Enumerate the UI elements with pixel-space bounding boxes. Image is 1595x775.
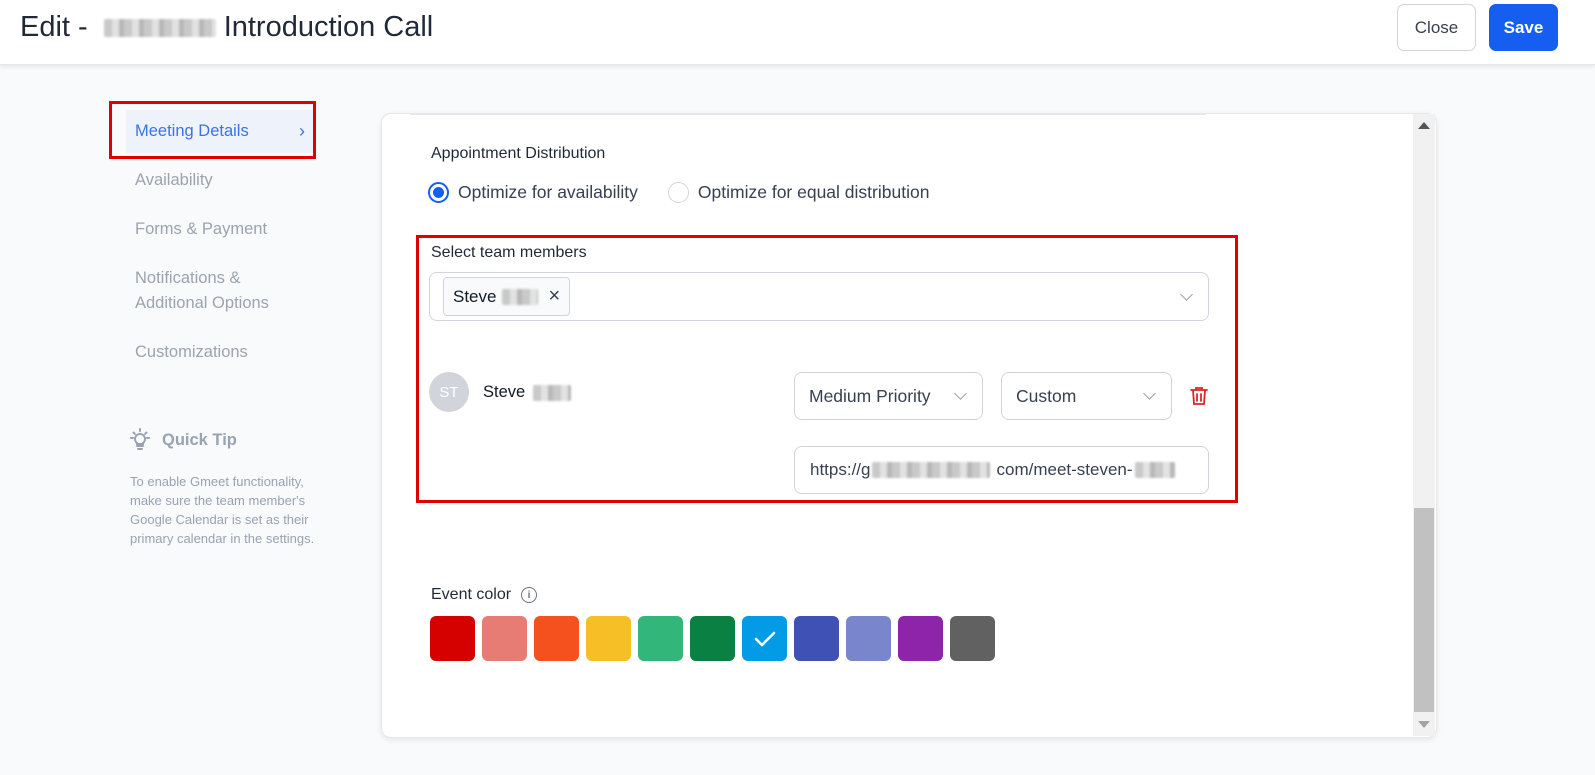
close-button[interactable]: Close xyxy=(1397,4,1476,51)
chevron-down-icon xyxy=(1143,387,1156,400)
redacted-name xyxy=(103,18,216,37)
color-swatches xyxy=(430,616,995,661)
priority-select[interactable]: Medium Priority xyxy=(794,372,983,420)
checkmark-icon xyxy=(754,631,775,646)
member-tag: Steve × xyxy=(443,277,570,316)
save-button[interactable]: Save xyxy=(1489,4,1558,51)
sidebar-item-availability[interactable]: Availability xyxy=(126,159,314,202)
scrollbar-thumb[interactable] xyxy=(1414,508,1434,712)
radio-equal-distribution[interactable] xyxy=(667,182,689,203)
color-swatch[interactable] xyxy=(846,616,891,661)
sidebar-item-label: Availability xyxy=(135,171,213,189)
color-swatch[interactable] xyxy=(950,616,995,661)
quick-tip-header: Quick Tip xyxy=(128,428,318,452)
close-icon[interactable]: × xyxy=(548,285,560,308)
sidebar-item-label: Customizations xyxy=(135,343,248,361)
team-members-select[interactable]: Steve × xyxy=(429,272,1209,321)
sidebar-item-customizations[interactable]: Customizations xyxy=(126,331,314,374)
quick-tip: Quick Tip To enable Gmeet functionality,… xyxy=(128,428,318,548)
event-color-label: Event color i xyxy=(431,586,538,604)
sidebar-item-label: Notifications & Additional Options xyxy=(135,269,269,312)
priority-value: Medium Priority xyxy=(809,385,931,406)
quick-tip-title: Quick Tip xyxy=(162,430,237,449)
radio-label: Optimize for equal distribution xyxy=(697,182,930,202)
meeting-location-select[interactable]: Custom xyxy=(1001,372,1172,420)
trash-icon[interactable] xyxy=(1190,386,1208,406)
url-suffix: com/meet-steven- xyxy=(996,460,1133,479)
title-prefix: Edit - xyxy=(20,11,88,43)
color-swatch[interactable] xyxy=(742,616,787,661)
member-name: Steve xyxy=(483,383,572,402)
meeting-location-value: Custom xyxy=(1016,385,1077,406)
scrollbar[interactable] xyxy=(1413,114,1435,736)
meeting-url-field[interactable]: https://g com/meet-steven- xyxy=(794,446,1209,494)
redacted-url-part xyxy=(872,462,991,478)
redacted-surname xyxy=(502,288,539,305)
page-header: Edit - Introduction Call Close Save xyxy=(0,0,1595,65)
avatar: ST xyxy=(429,372,469,412)
sidebar-item-meeting-details[interactable]: Meeting Details › xyxy=(126,110,314,153)
sidebar-nav: Meeting Details › Availability Forms & P… xyxy=(126,110,314,380)
redacted-surname xyxy=(533,384,572,401)
select-team-members-label: Select team members xyxy=(431,244,587,261)
member-first-name: Steve xyxy=(483,383,526,401)
meeting-details-card: Appointment Distribution Optimize for av… xyxy=(381,113,1437,738)
radio-optimize-availability[interactable] xyxy=(428,182,449,203)
sidebar-item-label: Forms & Payment xyxy=(135,220,268,238)
sidebar-item-forms-payment[interactable]: Forms & Payment xyxy=(126,208,314,251)
scroll-up-icon[interactable] xyxy=(1418,122,1430,129)
appointment-distribution-options: Optimize for availability Optimize for e… xyxy=(428,182,929,203)
chevron-down-icon[interactable] xyxy=(1180,288,1193,301)
chevron-down-icon xyxy=(954,387,967,400)
radio-label: Optimize for availability xyxy=(458,182,638,202)
scroll-down-icon[interactable] xyxy=(1418,721,1430,728)
color-swatch[interactable] xyxy=(794,616,839,661)
url-prefix: https://g xyxy=(810,460,871,479)
sidebar-item-notifications[interactable]: Notifications & Additional Options xyxy=(126,257,314,325)
color-swatch[interactable] xyxy=(534,616,579,661)
color-swatch[interactable] xyxy=(586,616,631,661)
tag-label: Steve xyxy=(453,286,497,306)
color-swatch[interactable] xyxy=(898,616,943,661)
title-suffix: Introduction Call xyxy=(223,11,434,43)
color-swatch[interactable] xyxy=(638,616,683,661)
redacted-url-part xyxy=(1134,462,1175,478)
color-swatch[interactable] xyxy=(482,616,527,661)
quick-tip-text: To enable Gmeet functionality, make sure… xyxy=(130,474,315,546)
appointment-distribution-label: Appointment Distribution xyxy=(431,145,606,162)
info-icon[interactable]: i xyxy=(521,587,538,603)
color-swatch[interactable] xyxy=(430,616,475,661)
lightbulb-icon xyxy=(130,428,150,450)
color-swatch[interactable] xyxy=(690,616,735,661)
event-color-text: Event color xyxy=(431,586,512,603)
sidebar-item-label: Meeting Details xyxy=(135,122,249,140)
divider xyxy=(410,114,1206,115)
page-title: Edit - Introduction Call xyxy=(20,11,433,44)
chevron-right-icon: › xyxy=(299,121,305,141)
